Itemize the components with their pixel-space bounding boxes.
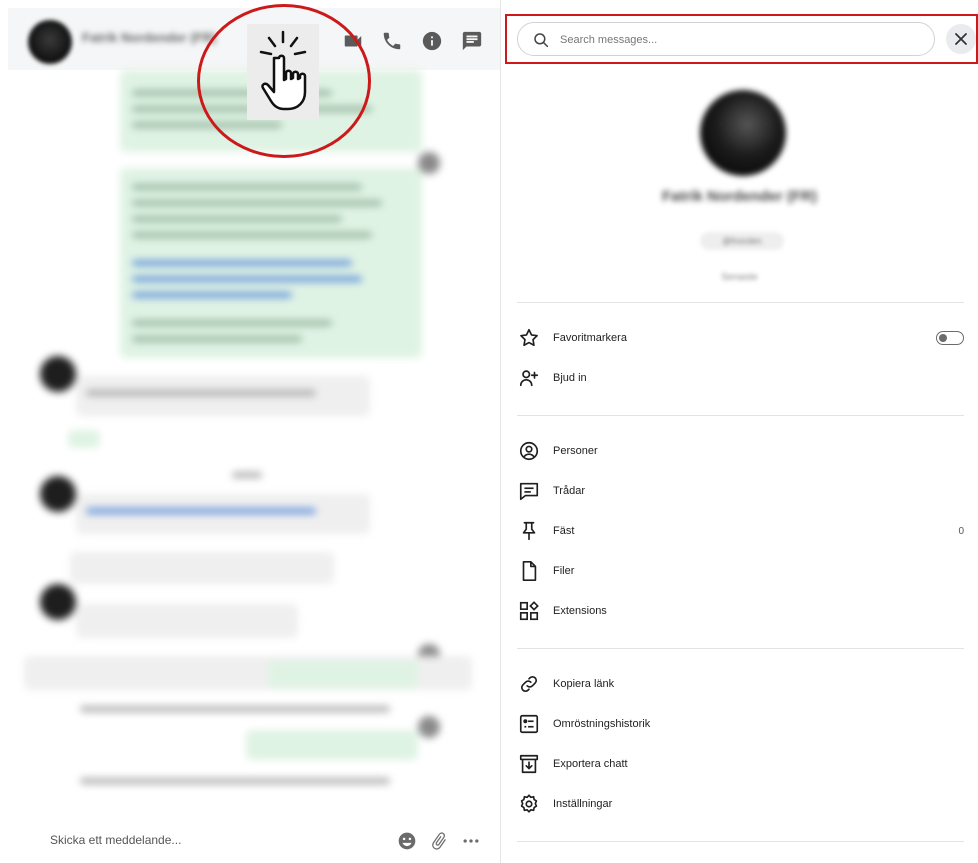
chat-threads-icon[interactable] bbox=[460, 29, 484, 53]
favorite-label: Favoritmarkera bbox=[553, 332, 627, 344]
extensions-icon bbox=[517, 599, 541, 623]
extensions-item[interactable]: Extensions bbox=[517, 595, 964, 627]
pinned-label: Fäst bbox=[553, 525, 575, 537]
files-item[interactable]: Filer bbox=[517, 555, 964, 587]
favorite-toggle[interactable] bbox=[936, 331, 964, 345]
profile-avatar[interactable] bbox=[700, 90, 786, 176]
threads-label: Trådar bbox=[553, 485, 585, 497]
emoji-icon[interactable] bbox=[396, 830, 418, 852]
profile-name: Fatrik Nordender (FR) bbox=[661, 188, 817, 205]
search-icon bbox=[534, 33, 549, 48]
message-input[interactable]: Skicka ett meddelande... bbox=[50, 833, 181, 847]
divider bbox=[517, 648, 964, 649]
search-messages-field[interactable] bbox=[517, 22, 935, 56]
close-button[interactable] bbox=[946, 24, 976, 54]
link-icon bbox=[517, 672, 541, 696]
extensions-label: Extensions bbox=[553, 605, 607, 617]
people-label: Personer bbox=[553, 445, 598, 457]
people-item[interactable]: Personer bbox=[517, 435, 964, 467]
info-icon[interactable] bbox=[420, 29, 444, 53]
threads-item[interactable]: Trådar bbox=[517, 475, 964, 507]
file-icon bbox=[517, 559, 541, 583]
room-info-pane: Fatrik Nordender (FR) @fnorden Senaste F… bbox=[501, 0, 978, 863]
invite-label: Bjud in bbox=[553, 372, 587, 384]
chat-title[interactable]: Fatrik Nordender (FR) bbox=[82, 30, 216, 45]
chat-avatar[interactable] bbox=[28, 20, 72, 64]
close-icon bbox=[955, 33, 967, 45]
settings-item[interactable]: Inställningar bbox=[517, 788, 964, 820]
gear-icon bbox=[517, 792, 541, 816]
person-circle-icon bbox=[517, 439, 541, 463]
divider bbox=[517, 841, 964, 842]
export-chat-item[interactable]: Exportera chatt bbox=[517, 748, 964, 780]
profile-handle[interactable]: @fnorden bbox=[700, 232, 784, 250]
copy-link-item[interactable]: Kopiera länk bbox=[517, 668, 964, 700]
pinned-count: 0 bbox=[958, 525, 964, 537]
files-label: Filer bbox=[553, 565, 575, 577]
pinned-item[interactable]: Fäst 0 bbox=[517, 515, 964, 547]
favorite-toggle-item[interactable]: Favoritmarkera bbox=[517, 322, 964, 354]
poll-history-icon bbox=[517, 712, 541, 736]
profile-status: Senaste bbox=[721, 272, 758, 283]
star-icon bbox=[517, 326, 541, 350]
highlight-circle bbox=[197, 4, 371, 158]
more-options-icon[interactable] bbox=[460, 830, 482, 852]
invite-item[interactable]: Bjud in bbox=[517, 362, 964, 394]
poll-history-item[interactable]: Omröstningshistorik bbox=[517, 708, 964, 740]
search-messages-input[interactable] bbox=[560, 30, 920, 50]
export-icon bbox=[517, 752, 541, 776]
export-chat-label: Exportera chatt bbox=[553, 758, 628, 770]
settings-label: Inställningar bbox=[553, 798, 613, 810]
composer: Skicka ett meddelande... bbox=[0, 813, 500, 863]
phone-icon[interactable] bbox=[380, 29, 404, 53]
divider bbox=[517, 302, 964, 303]
copy-link-label: Kopiera länk bbox=[553, 678, 615, 690]
poll-history-label: Omröstningshistorik bbox=[553, 718, 651, 730]
chat-pane: Fatrik Nordender (FR) Skicka ett meddela… bbox=[0, 0, 501, 863]
threads-icon bbox=[517, 479, 541, 503]
attachment-icon[interactable] bbox=[428, 830, 450, 852]
pin-icon bbox=[517, 519, 541, 543]
divider bbox=[517, 415, 964, 416]
add-person-icon bbox=[517, 366, 541, 390]
